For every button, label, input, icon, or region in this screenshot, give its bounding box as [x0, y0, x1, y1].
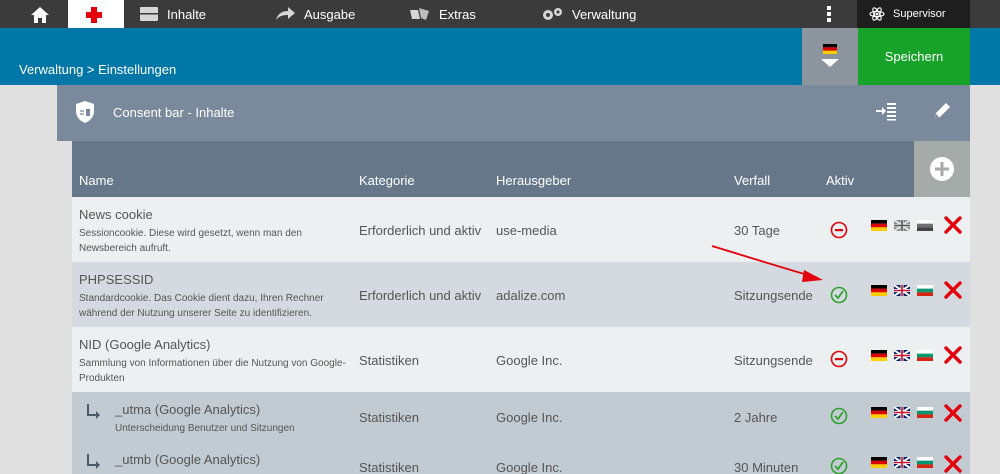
language-flags [871, 350, 933, 361]
cookie-publisher: adalize.com [496, 288, 566, 303]
panel-title: Consent bar - Inhalte [113, 105, 235, 120]
column-header-name[interactable]: Name [79, 173, 114, 188]
uk-flag-icon[interactable] [894, 350, 910, 361]
cookie-category: Statistiken [359, 460, 419, 474]
active-status-icon[interactable] [830, 457, 848, 474]
cookie-expiry: 30 Minuten [734, 460, 799, 474]
nav-label-verwaltung: Verwaltung [572, 6, 637, 22]
nav-label-extras: Extras [439, 6, 476, 22]
column-header-kategorie[interactable]: Kategorie [359, 173, 415, 188]
add-cookie-button[interactable] [914, 141, 970, 197]
column-header-aktiv[interactable]: Aktiv [826, 173, 854, 188]
language-dropdown[interactable] [802, 28, 858, 85]
language-flags [871, 285, 933, 296]
cookie-expiry: 30 Tage [734, 223, 781, 238]
cookie-publisher: Google Inc. [496, 353, 563, 368]
more-menu-icon[interactable] [826, 6, 832, 24]
table-row[interactable]: News cookie Sessioncookie. Diese wird ge… [72, 197, 970, 262]
cookie-publisher: use-media [496, 223, 557, 238]
uk-flag-icon[interactable] [894, 285, 910, 296]
german-flag-icon[interactable] [871, 350, 887, 361]
cookie-publisher: Google Inc. [496, 460, 563, 474]
table-row[interactable]: NID (Google Analytics) Sammlung von Info… [72, 327, 970, 392]
share-arrow-icon [276, 7, 295, 20]
language-flags [871, 457, 933, 468]
cookie-name: _utma (Google Analytics) [115, 402, 261, 417]
inactive-status-icon[interactable] [830, 350, 848, 368]
sub-item-arrow-icon [87, 454, 100, 469]
gears-icon [543, 8, 562, 20]
language-flags [871, 407, 933, 418]
delete-icon[interactable] [944, 455, 962, 473]
extras-icon [410, 8, 429, 20]
atom-icon [869, 7, 885, 21]
cookie-description: Sammlung von Informationen über die Nutz… [79, 358, 346, 384]
bulgarian-flag-icon[interactable] [917, 407, 933, 418]
cookie-category: Statistiken [359, 410, 419, 425]
nav-item-verwaltung[interactable]: Verwaltung [542, 0, 636, 28]
active-status-icon[interactable] [830, 286, 848, 304]
bulgarian-flag-icon[interactable] [917, 457, 933, 468]
cookie-category: Statistiken [359, 353, 419, 368]
uk-flag-icon[interactable] [894, 457, 910, 468]
cookie-name: News cookie [79, 207, 153, 222]
health-cross-tab[interactable] [68, 0, 124, 28]
cookie-publisher: Google Inc. [496, 410, 563, 425]
import-list-icon[interactable] [875, 101, 897, 121]
cookie-name: _utmb (Google Analytics) [115, 452, 261, 467]
inactive-status-icon[interactable] [830, 221, 848, 239]
home-button[interactable] [21, 4, 59, 26]
breadcrumb: Verwaltung > Einstellungen [19, 62, 177, 77]
delete-icon[interactable] [944, 346, 962, 364]
home-icon [31, 7, 49, 23]
german-flag-icon [823, 44, 837, 54]
bulgarian-flag-icon[interactable] [917, 350, 933, 361]
column-header-verfall[interactable]: Verfall [734, 173, 770, 188]
column-header-herausgeber[interactable]: Herausgeber [496, 173, 571, 188]
cookie-description: Unterscheidung Benutzer und Sitzungen [115, 423, 295, 434]
content-icon [140, 7, 158, 21]
cookie-description: Standardcookie. Das Cookie dient dazu, I… [79, 293, 324, 319]
cookie-expiry: 2 Jahre [734, 410, 778, 425]
annotation-arrow-icon [711, 245, 823, 282]
uk-flag-icon-inactive[interactable] [894, 220, 910, 231]
german-flag-icon[interactable] [871, 407, 887, 418]
shield-icon [76, 101, 94, 123]
active-status-icon[interactable] [830, 407, 848, 425]
user-name: Supervisor [893, 8, 946, 20]
table-row-child[interactable]: _utmb (Google Analytics) Statistiken Goo… [72, 442, 970, 474]
language-flags [871, 220, 933, 231]
user-menu[interactable]: Supervisor [857, 0, 970, 28]
cookie-description: Sessioncookie. Diese wird gesetzt, wenn … [79, 228, 302, 254]
nav-label-inhalte: Inhalte [167, 6, 207, 22]
delete-icon[interactable] [944, 404, 962, 422]
nav-item-extras[interactable]: Extras [409, 0, 476, 28]
edit-pencil-icon[interactable] [932, 101, 952, 121]
save-button[interactable]: Speichern [858, 28, 970, 85]
cookie-category: Erforderlich und aktiv [359, 223, 482, 238]
delete-icon[interactable] [944, 281, 962, 299]
chevron-down-icon [821, 59, 839, 67]
german-flag-icon[interactable] [871, 457, 887, 468]
cookie-category: Erforderlich und aktiv [359, 288, 482, 303]
cookie-expiry: Sitzungsende [734, 353, 813, 368]
table-header [72, 141, 914, 197]
german-flag-icon[interactable] [871, 220, 887, 231]
delete-icon[interactable] [944, 216, 962, 234]
sub-item-arrow-icon [87, 404, 100, 419]
cookie-name: NID (Google Analytics) [79, 337, 211, 352]
nav-item-ausgabe[interactable]: Ausgabe [274, 0, 355, 28]
nav-item-inhalte[interactable]: Inhalte [139, 0, 206, 28]
cookie-expiry: Sitzungsende [734, 288, 813, 303]
cookie-name: PHPSESSID [79, 272, 154, 287]
bulgarian-flag-icon[interactable] [917, 285, 933, 296]
nav-label-ausgabe: Ausgabe [304, 6, 356, 22]
german-flag-icon[interactable] [871, 285, 887, 296]
plus-circle-icon [930, 157, 954, 181]
bulgarian-flag-icon-inactive[interactable] [917, 220, 933, 231]
uk-flag-icon[interactable] [894, 407, 910, 418]
table-row-child[interactable]: _utma (Google Analytics) Unterscheidung … [72, 392, 970, 442]
table-row[interactable]: PHPSESSID Standardcookie. Das Cookie die… [72, 262, 970, 327]
